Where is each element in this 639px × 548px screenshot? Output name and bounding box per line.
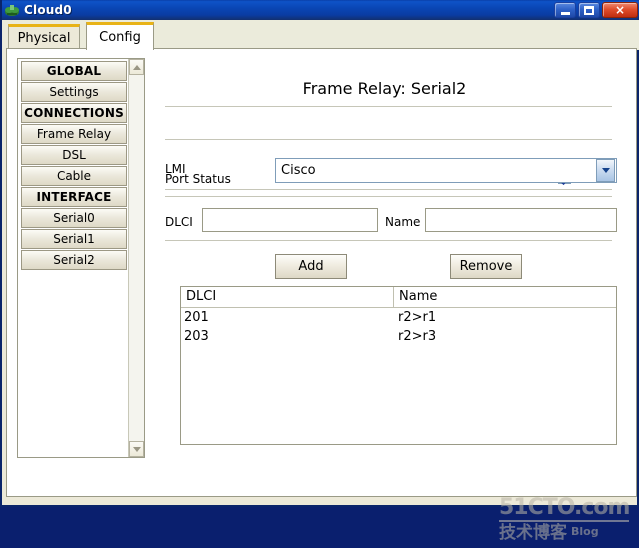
chevron-down-icon (132, 446, 141, 452)
sidebar-item-serial0[interactable]: Serial0 (21, 208, 127, 228)
sidebar-item-serial1[interactable]: Serial1 (21, 229, 127, 249)
sidebar-label: Serial1 (53, 232, 95, 246)
column-header-dlci[interactable]: DLCI (181, 287, 394, 307)
divider-buttons (165, 240, 612, 241)
maximize-icon (584, 5, 594, 15)
watermark-line2: 技术博客 Blog (499, 523, 599, 543)
sidebar-label: Serial2 (53, 253, 95, 267)
remove-button-label: Remove (459, 259, 513, 274)
cell-name: r2>r3 (398, 329, 437, 344)
sidebar-item-settings[interactable]: Settings (21, 82, 127, 102)
cell-name: r2>r1 (398, 310, 437, 325)
sidebar-label: Settings (49, 85, 99, 99)
sidebar-header-connections: CONNECTIONS (21, 103, 127, 123)
sidebar-scrollbar[interactable] (128, 59, 144, 457)
title-bar: Cloud0 × (2, 0, 639, 20)
cloud0-window: Cloud0 × Physical Config GLOBAL Settings… (0, 0, 639, 543)
dlci-input-label: DLCI (165, 215, 193, 229)
scroll-up-button[interactable] (129, 59, 144, 75)
chevron-down-icon[interactable] (596, 159, 615, 182)
cell-dlci: 203 (184, 329, 209, 344)
sidebar-label: GLOBAL (46, 64, 102, 78)
table-header: DLCI Name (181, 287, 616, 308)
maximize-button[interactable] (578, 2, 600, 18)
add-button[interactable]: Add (275, 254, 347, 279)
name-input[interactable] (425, 208, 617, 232)
sidebar-item-frame-relay[interactable]: Frame Relay (21, 124, 127, 144)
sidebar-label: INTERFACE (36, 190, 112, 204)
name-input-label: Name (385, 215, 421, 229)
frame-relay-panel: Frame Relay: Serial2 Port Status On LMI … (157, 58, 627, 488)
tab-config[interactable]: Config (86, 22, 154, 50)
sidebar-list: GLOBAL Settings CONNECTIONS Frame Relay … (21, 61, 127, 271)
sidebar-label: DSL (62, 148, 86, 162)
tab-physical[interactable]: Physical (8, 24, 80, 50)
divider-lmi-bottom (165, 189, 612, 190)
table-row[interactable]: 203 r2>r3 (181, 327, 616, 346)
minimize-icon (560, 12, 570, 15)
sidebar-label: CONNECTIONS (24, 106, 124, 120)
lmi-selected-value: Cisco (281, 163, 316, 178)
add-button-label: Add (298, 259, 324, 274)
table-row[interactable]: 201 r2>r1 (181, 308, 616, 327)
page-title: Frame Relay: Serial2 (302, 79, 467, 98)
tab-config-label: Config (99, 30, 141, 45)
sidebar-label: Serial0 (53, 211, 95, 225)
remove-button[interactable]: Remove (450, 254, 522, 279)
lmi-select[interactable]: Cisco (275, 158, 617, 183)
tab-physical-label: Physical (17, 31, 71, 46)
watermark-line1: 51CTO.com (499, 495, 630, 522)
sidebar-header-interface: INTERFACE (21, 187, 127, 207)
column-header-name[interactable]: Name (394, 287, 616, 307)
dlci-table[interactable]: DLCI Name 201 r2>r1 203 r2>r3 (180, 286, 617, 445)
window-controls: × (554, 2, 638, 18)
watermark: 51CTO.com 技术博客 Blog (499, 496, 639, 548)
divider-top (165, 106, 612, 107)
sidebar-item-cable[interactable]: Cable (21, 166, 127, 186)
sidebar-item-serial2[interactable]: Serial2 (21, 250, 127, 270)
close-button[interactable]: × (602, 2, 638, 18)
tab-bar: Physical Config (2, 20, 639, 50)
minimize-button[interactable] (554, 2, 576, 18)
chevron-up-icon (132, 64, 141, 70)
sidebar-label: Cable (56, 169, 92, 183)
dlci-input[interactable] (202, 208, 378, 232)
sidebar: GLOBAL Settings CONNECTIONS Frame Relay … (17, 58, 145, 458)
lmi-label: LMI (165, 162, 186, 176)
sidebar-item-dsl[interactable]: DSL (21, 145, 127, 165)
close-icon: × (614, 3, 626, 17)
scroll-down-button[interactable] (129, 441, 144, 457)
cell-dlci: 201 (184, 310, 209, 325)
sidebar-header-global: GLOBAL (21, 61, 127, 81)
config-pane: GLOBAL Settings CONNECTIONS Frame Relay … (6, 48, 637, 543)
divider-port-status (165, 139, 612, 140)
sidebar-label: Frame Relay (36, 127, 112, 141)
window-title: Cloud0 (24, 3, 72, 17)
cloud-icon (4, 3, 20, 18)
divider-lmi-top (165, 196, 612, 197)
